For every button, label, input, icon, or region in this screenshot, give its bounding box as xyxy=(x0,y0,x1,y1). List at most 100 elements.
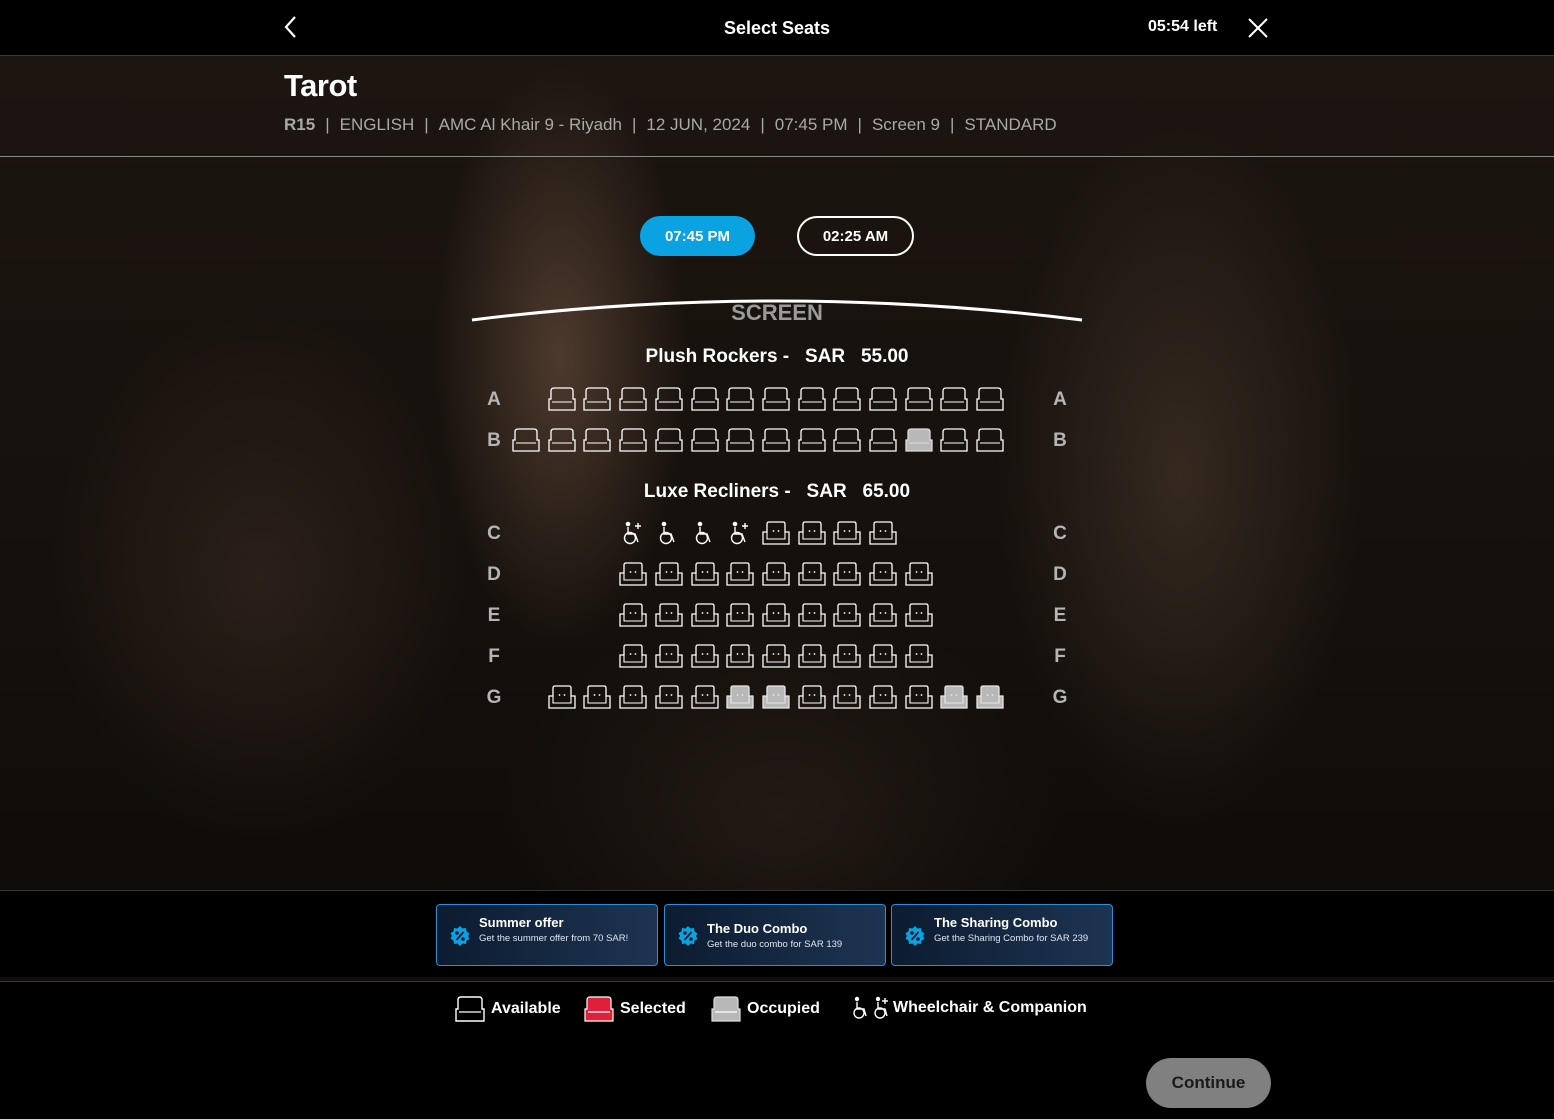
seat-available-B14[interactable] xyxy=(976,428,1004,452)
seat-available-C9[interactable] xyxy=(798,521,826,545)
seat-available-G3[interactable] xyxy=(583,685,611,709)
seat-available-C11[interactable] xyxy=(869,521,897,545)
offer-card-sharing-combo[interactable]: The Sharing Combo Get the Sharing Combo … xyxy=(891,904,1113,966)
seat-available-D6[interactable] xyxy=(691,562,719,586)
seat-available-E11[interactable] xyxy=(869,603,897,627)
seat-available-G6[interactable] xyxy=(691,685,719,709)
seat-available-F11[interactable] xyxy=(869,644,897,668)
seat-available-D8[interactable] xyxy=(762,562,790,586)
seat-available-A12[interactable] xyxy=(905,387,933,411)
seat-available-D4[interactable] xyxy=(619,562,647,586)
discount-icon xyxy=(450,926,470,946)
seat-available-F12[interactable] xyxy=(905,644,933,668)
seat-available-E5[interactable] xyxy=(655,603,683,627)
seat-available-B4[interactable] xyxy=(619,428,647,452)
row-label-right: G xyxy=(1052,687,1068,708)
discount-icon xyxy=(905,926,925,946)
seat-available-D7[interactable] xyxy=(726,562,754,586)
meta-separator: | xyxy=(760,115,765,134)
offer-card-summer[interactable]: Summer offer Get the summer offer from 7… xyxy=(436,904,658,966)
row-label-left: A xyxy=(487,389,501,410)
legend-selected: Selected xyxy=(583,996,686,1022)
seat-available-A7[interactable] xyxy=(726,387,754,411)
seat-available-B8[interactable] xyxy=(762,428,790,452)
showtime-button[interactable]: 02:25 AM xyxy=(797,216,914,256)
seat-available-G2[interactable] xyxy=(548,685,576,709)
showtime-button-selected[interactable]: 07:45 PM xyxy=(640,216,755,256)
row-label-left: G xyxy=(486,687,502,708)
seat-legend: Available Selected Occupied Wheelchair &… xyxy=(0,981,1554,1034)
close-icon[interactable] xyxy=(1247,17,1269,39)
seat-available-E8[interactable] xyxy=(762,603,790,627)
seat-available-B5[interactable] xyxy=(655,428,683,452)
seat-available-A9[interactable] xyxy=(798,387,826,411)
seat-available-B3[interactable] xyxy=(583,428,611,452)
seat-available-B13[interactable] xyxy=(940,428,968,452)
seat-available-D5[interactable] xyxy=(655,562,683,586)
seat-available-G5[interactable] xyxy=(655,685,683,709)
background-poster xyxy=(0,56,1554,976)
seat-available-A2[interactable] xyxy=(548,387,576,411)
seat-available-A5[interactable] xyxy=(655,387,683,411)
screen-number: Screen 9 xyxy=(871,115,940,134)
seat-available-E10[interactable] xyxy=(833,603,861,627)
companion-seat-icon-C6[interactable] xyxy=(691,521,719,545)
seat-available-F6[interactable] xyxy=(691,644,719,668)
offer-card-duo-combo[interactable]: The Duo Combo Get the duo combo for SAR … xyxy=(664,904,886,966)
offer-title: The Sharing Combo xyxy=(934,915,1058,930)
seat-available-B6[interactable] xyxy=(691,428,719,452)
seat-available-D10[interactable] xyxy=(833,562,861,586)
seat-available-F5[interactable] xyxy=(655,644,683,668)
seat-available-B2[interactable] xyxy=(548,428,576,452)
seat-available-E9[interactable] xyxy=(798,603,826,627)
seat-available-G10[interactable] xyxy=(833,685,861,709)
seat-available-A8[interactable] xyxy=(762,387,790,411)
seat-available-G4[interactable] xyxy=(619,685,647,709)
seat-available-E7[interactable] xyxy=(726,603,754,627)
show-date: 12 JUN, 2024 xyxy=(646,115,751,134)
seat-available-G9[interactable] xyxy=(798,685,826,709)
seat-available-E6[interactable] xyxy=(691,603,719,627)
row-label-left: E xyxy=(487,605,501,626)
wheelchair-seat-icon-C4[interactable] xyxy=(619,521,647,545)
seat-available-A6[interactable] xyxy=(691,387,719,411)
seat-available-B1[interactable] xyxy=(512,428,540,452)
seat-available-F8[interactable] xyxy=(762,644,790,668)
seat-available-A10[interactable] xyxy=(833,387,861,411)
seat-available-F9[interactable] xyxy=(798,644,826,668)
seat-available-C8[interactable] xyxy=(762,521,790,545)
seat-available-F7[interactable] xyxy=(726,644,754,668)
seat-available-A13[interactable] xyxy=(940,387,968,411)
seat-available-B7[interactable] xyxy=(726,428,754,452)
legend-wheelchair: Wheelchair & Companion xyxy=(851,996,1087,1020)
seat-available-E4[interactable] xyxy=(619,603,647,627)
wheelchair-seat-icon-C7[interactable] xyxy=(726,521,754,545)
seat-available-B11[interactable] xyxy=(869,428,897,452)
seat-available-A14[interactable] xyxy=(976,387,1004,411)
seat-available-F4[interactable] xyxy=(619,644,647,668)
seat-available-B9[interactable] xyxy=(798,428,826,452)
seat-available-G12[interactable] xyxy=(905,685,933,709)
top-bar: Select Seats 05:54 left xyxy=(0,0,1554,56)
continue-button[interactable]: Continue xyxy=(1146,1058,1271,1108)
seat-available-F10[interactable] xyxy=(833,644,861,668)
seat-available-A4[interactable] xyxy=(619,387,647,411)
seat-available-A3[interactable] xyxy=(583,387,611,411)
cinema-name: AMC Al Khair 9 - Riyadh xyxy=(438,115,622,134)
seat-available-B10[interactable] xyxy=(833,428,861,452)
seat-available-D9[interactable] xyxy=(798,562,826,586)
seat-available-G11[interactable] xyxy=(869,685,897,709)
row-label-left: B xyxy=(487,430,501,451)
page-title: Select Seats xyxy=(723,18,831,38)
section-currency: SAR xyxy=(804,346,846,367)
seat-available-D11[interactable] xyxy=(869,562,897,586)
offer-desc: Get the Sharing Combo for SAR 239 xyxy=(934,933,1089,944)
seat-available-C10[interactable] xyxy=(833,521,861,545)
seat-available-E12[interactable] xyxy=(905,603,933,627)
seat-available-A11[interactable] xyxy=(869,387,897,411)
seat-available-D12[interactable] xyxy=(905,562,933,586)
seat-occupied-G13 xyxy=(940,685,968,709)
occupied-seat-icon xyxy=(711,996,741,1022)
movie-info: Tarot R15 | ENGLISH | AMC Al Khair 9 - Riyad… xyxy=(0,56,1554,157)
companion-seat-icon-C5[interactable] xyxy=(655,521,683,545)
